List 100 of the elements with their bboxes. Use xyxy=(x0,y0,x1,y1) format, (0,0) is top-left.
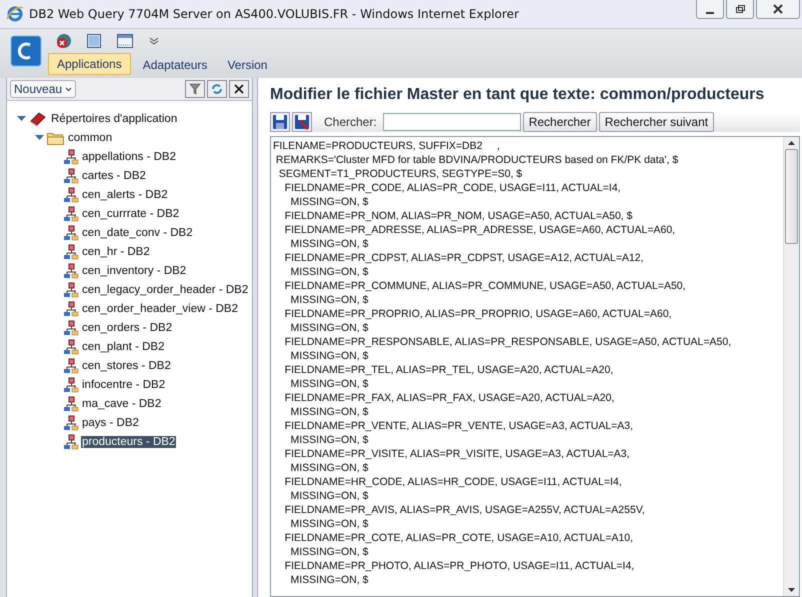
tree-item[interactable]: cen_currrate - DB2 xyxy=(81,208,180,220)
table-structure-icon xyxy=(63,282,79,298)
refresh-icon xyxy=(210,83,224,95)
scroll-up-arrow-icon[interactable] xyxy=(788,141,795,145)
tree-item[interactable]: appellations - DB2 xyxy=(81,150,177,162)
table-structure-icon xyxy=(63,396,79,412)
search-next-button[interactable]: Rechercher suivant xyxy=(598,112,714,132)
expand-arrow-icon[interactable] xyxy=(35,133,44,142)
restore-icon xyxy=(735,4,745,14)
search-button[interactable]: Rechercher xyxy=(522,112,597,132)
tree-item[interactable]: ma_cave - DB2 xyxy=(81,398,162,410)
tree-item[interactable]: cen_alerts - DB2 xyxy=(81,188,169,200)
search-field[interactable] xyxy=(382,113,521,131)
code-line: FIELDNAME=PR_NOM, ALIAS=PR_NOM, USAGE=A50, ACTUAL=A50, $ xyxy=(284,209,634,223)
code-line: FIELDNAME=PR_ADRESSE, ALIAS=PR_ADRESSE, USAGE=A60, ACTUAL=A60, xyxy=(284,223,676,237)
search-label: Chercher: xyxy=(324,115,377,129)
caret-icon xyxy=(65,86,72,92)
new-dropdown[interactable]: Nouveau xyxy=(10,80,76,98)
code-line: MISSING=ON, $ xyxy=(290,237,370,251)
code-line: MISSING=ON, $ xyxy=(290,293,370,307)
tree-item[interactable]: producteurs - DB2 xyxy=(81,436,176,448)
table-structure-icon xyxy=(63,338,79,354)
code-line: FIELDNAME=HR_CODE, ALIAS=HR_CODE, USAGE=I11, ACTUAL=I4, xyxy=(284,475,623,489)
minimize-icon xyxy=(706,12,714,14)
restore-button[interactable] xyxy=(726,0,754,19)
code-line: MISSING=ON, $ xyxy=(290,433,370,447)
tab[interactable]: Adaptateurs xyxy=(134,55,216,75)
tree-item[interactable]: cen_orders - DB2 xyxy=(81,322,174,334)
table-structure-icon xyxy=(63,262,79,278)
browser-logo-icon xyxy=(6,5,24,23)
code-line: FIELDNAME=PR_RESPONSABLE, ALIAS=PR_RESPONSABLE, USAGE=A50, ACTUAL=A50, xyxy=(284,335,732,349)
code-line: MISSING=ON, $ xyxy=(290,461,370,475)
code-line: FIELDNAME=PR_AVIS, ALIAS=PR_AVIS, USAGE=A255V, ACTUAL=A255V, xyxy=(284,503,646,517)
table-structure-icon xyxy=(63,358,79,374)
tree-item[interactable]: common xyxy=(67,132,114,144)
code-line: FIELDNAME=PR_TEL, ALIAS=PR_TEL, USAGE=A20, ACTUAL=A20, xyxy=(284,363,614,377)
tree-item[interactable]: cen_plant - DB2 xyxy=(81,340,166,352)
table-structure-icon xyxy=(63,434,79,450)
table-structure-icon xyxy=(63,414,79,430)
code-line: MISSING=ON, $ xyxy=(290,573,370,587)
code-line: SEGMENT=T1_PRODUCTEURS, SEGTYPE=S0, $ xyxy=(278,167,524,181)
code-line: FIELDNAME=PR_CODE, ALIAS=PR_CODE, USAGE=I11, ACTUAL=I4, xyxy=(284,181,622,195)
scrollbar-thumb[interactable] xyxy=(785,149,798,244)
filter-icon xyxy=(189,83,201,95)
tree-item[interactable]: cartes - DB2 xyxy=(81,170,147,182)
tree-item[interactable]: pays - DB2 xyxy=(81,416,140,428)
window-icon[interactable] xyxy=(86,33,102,49)
chevron-down-icon[interactable] xyxy=(148,36,160,46)
code-line: MISSING=ON, $ xyxy=(290,321,370,335)
stop-icon[interactable] xyxy=(56,33,72,49)
tab[interactable]: Applications xyxy=(48,53,131,75)
table-structure-icon xyxy=(63,206,79,222)
tree-item[interactable]: cen_date_conv - DB2 xyxy=(81,226,194,238)
code-line: FIELDNAME=PR_COTE, ALIAS=PR_COTE, USAGE=A10, ACTUAL=A10, xyxy=(284,531,634,545)
tree-item[interactable]: Répertoires d'application xyxy=(50,112,178,124)
expand-arrow-icon[interactable] xyxy=(17,114,26,123)
tree-item[interactable]: cen_inventory - DB2 xyxy=(81,264,188,276)
editor-title: Modifier le fichier Master en tant que texte: common/producteurs xyxy=(270,86,766,104)
tree-item[interactable]: cen_stores - DB2 xyxy=(81,360,172,372)
code-line: FIELDNAME=PR_CDPST, ALIAS=PR_CDPST, USAGE=A12, ACTUAL=A12, xyxy=(284,251,645,265)
code-line: FIELDNAME=PR_VISITE, ALIAS=PR_VISITE, USAGE=A3, ACTUAL=A3, xyxy=(284,447,631,461)
tree-item[interactable]: infocentre - DB2 xyxy=(81,378,166,390)
close-icon xyxy=(773,4,783,14)
save-as-button[interactable] xyxy=(292,112,312,132)
table-structure-icon xyxy=(63,320,79,336)
code-line: MISSING=ON, $ xyxy=(290,545,370,559)
tree-item[interactable]: cen_legacy_order_header - DB2 xyxy=(81,284,250,296)
scrollbar[interactable] xyxy=(783,137,799,596)
table-structure-icon xyxy=(63,148,79,164)
tree-item[interactable]: cen_hr - DB2 xyxy=(81,246,151,258)
panel-icon[interactable] xyxy=(116,33,134,49)
code-line: REMARKS='Cluster MFD for table BDVINA/PRODUCTEURS based on FK/PK data', $ xyxy=(274,153,680,167)
tab[interactable]: Version xyxy=(219,55,276,75)
close-button[interactable] xyxy=(229,80,249,98)
book-icon xyxy=(29,110,47,126)
code-line: FILENAME=PRODUCTEURS, SUFFIX=DB2 , xyxy=(273,139,501,153)
table-structure-icon xyxy=(63,168,79,184)
code-line: MISSING=ON, $ xyxy=(290,265,370,279)
app-logo-icon xyxy=(10,35,42,67)
code-line: FIELDNAME=PR_VENTE, ALIAS=PR_VENTE, USAGE=A3, ACTUAL=A3, xyxy=(284,419,634,433)
code-line: MISSING=ON, $ xyxy=(290,405,370,419)
code-line: MISSING=ON, $ xyxy=(290,195,370,209)
window-title: DB2 Web Query 7704M Server on AS400.VOLUBIS.FR - Windows Internet Explorer xyxy=(29,7,519,21)
code-line: MISSING=ON, $ xyxy=(290,489,370,503)
code-line: FIELDNAME=PR_COMMUNE, ALIAS=PR_COMMUNE, USAGE=A50, ACTUAL=A50, xyxy=(284,279,687,293)
tree-item[interactable]: cen_order_header_view - DB2 xyxy=(81,302,239,314)
minimize-button[interactable] xyxy=(696,0,724,19)
table-structure-icon xyxy=(63,376,79,392)
table-structure-icon xyxy=(63,224,79,240)
save-button[interactable] xyxy=(270,112,290,132)
code-line: MISSING=ON, $ xyxy=(290,377,370,391)
code-line: FIELDNAME=PR_PROPRIO, ALIAS=PR_PROPRIO, USAGE=A60, ACTUAL=A60, xyxy=(284,307,673,321)
folder-icon xyxy=(47,130,64,144)
close-button[interactable] xyxy=(756,0,800,19)
scroll-down-arrow-icon[interactable] xyxy=(788,588,795,592)
code-line: FIELDNAME=PR_PHOTO, ALIAS=PR_PHOTO, USAGE=I11, ACTUAL=I4, xyxy=(284,559,636,573)
table-structure-icon xyxy=(63,186,79,202)
close-icon xyxy=(234,84,244,94)
code-line: MISSING=ON, $ xyxy=(290,517,370,531)
filter-button[interactable] xyxy=(185,80,205,98)
